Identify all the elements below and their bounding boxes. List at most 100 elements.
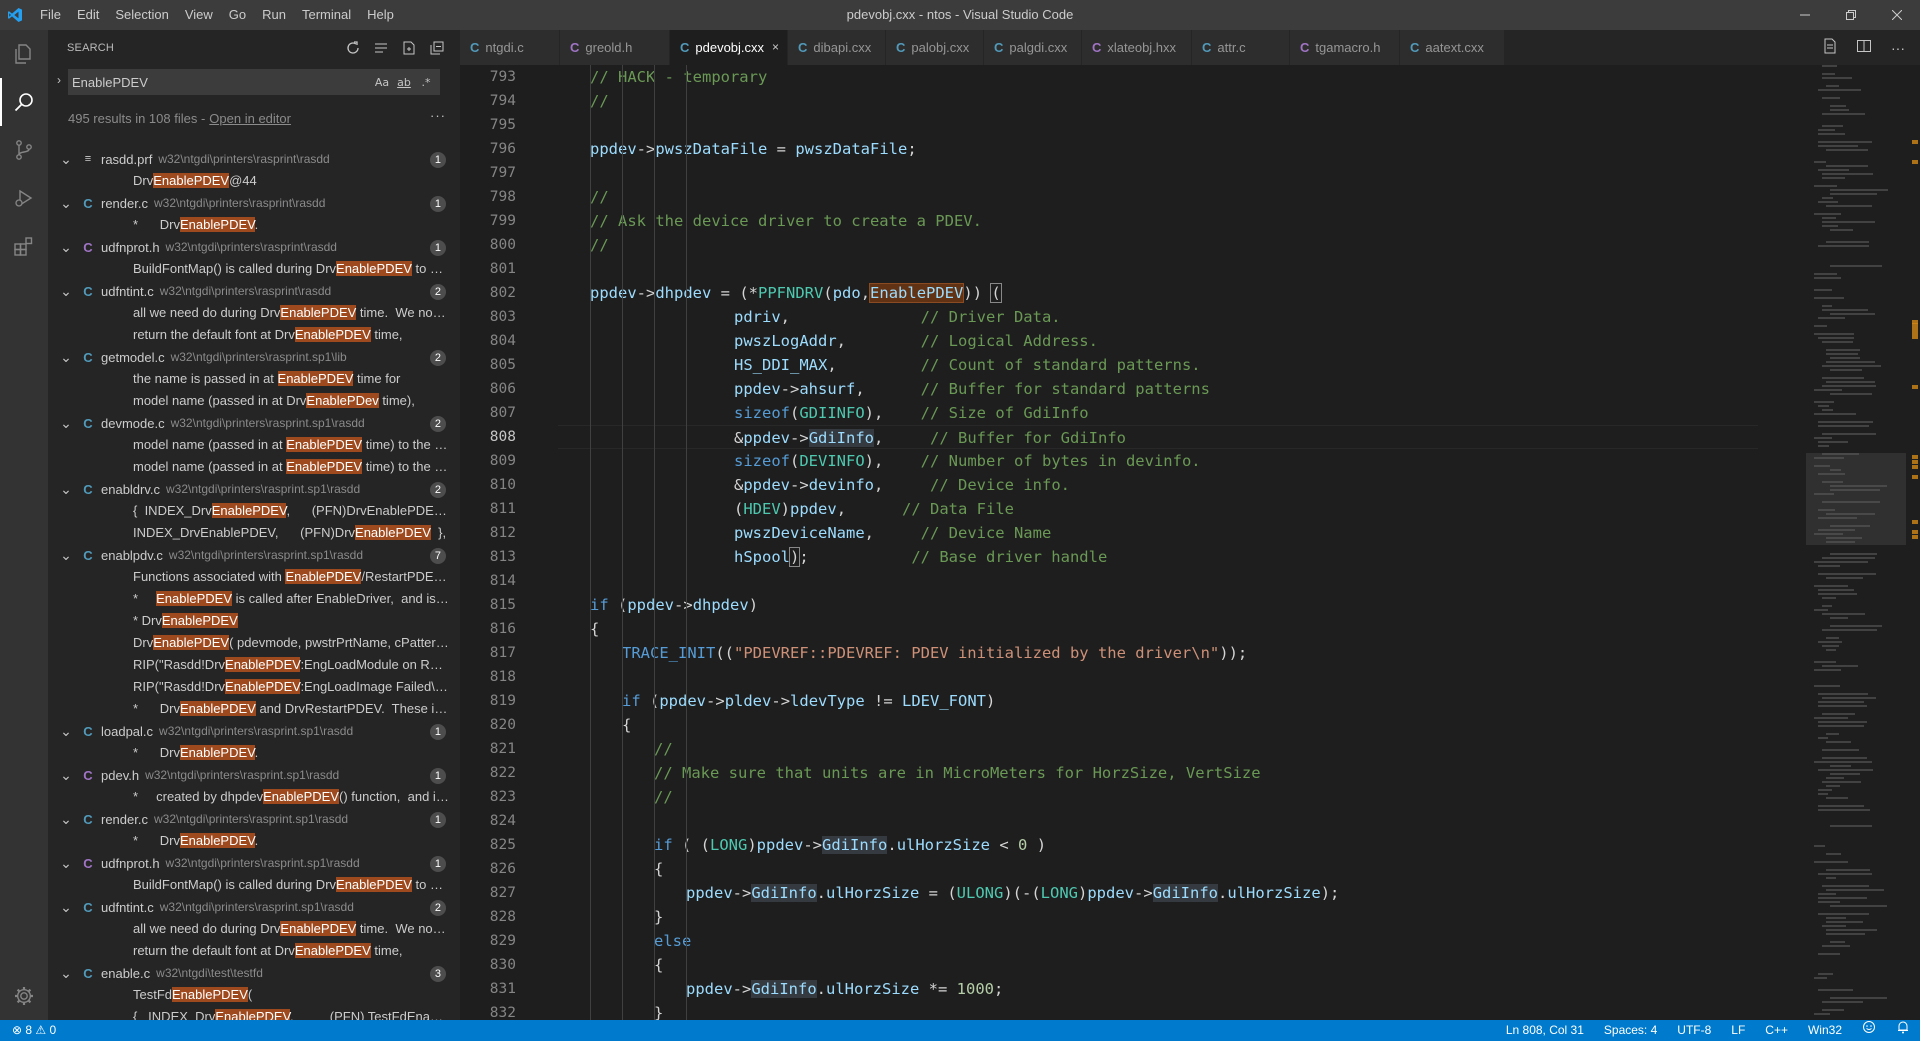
result-match-line[interactable]: RIP("Rasdd!DrvEnablePDEV:EngLoadImage Fa… xyxy=(48,676,460,698)
result-file[interactable]: ⌄ Cdevmode.c w32\ntgdi\printers\rasprint.s… xyxy=(48,412,460,434)
result-file[interactable]: ⌄ Cudfntint.c w32\ntgdi\printers\rasprint.… xyxy=(48,896,460,918)
end-of-line[interactable]: LF xyxy=(1721,1020,1755,1041)
result-file[interactable]: ⌄ Cgetmodel.c w32\ntgdi\printers\rasprint.… xyxy=(48,346,460,368)
result-file[interactable]: ⌄ Crender.c w32\ntgdi\printers\rasprint.sp… xyxy=(48,808,460,830)
code-line[interactable]: } xyxy=(558,1001,1758,1020)
result-match-line[interactable]: Functions associated with EnablePDEV/Res… xyxy=(48,566,460,588)
code-line[interactable]: { xyxy=(558,857,1758,881)
use-regex-toggle[interactable]: .* xyxy=(416,73,436,91)
result-file[interactable]: ⌄ Cudfntint.c w32\ntgdi\printers\rasprint\… xyxy=(48,280,460,302)
notifications-bell-icon[interactable] xyxy=(1886,1020,1920,1041)
result-file[interactable]: ⌄ Cenabldrv.c w32\ntgdi\printers\rasprint.… xyxy=(48,478,460,500)
result-match-line[interactable]: * EnablePDEV is called after EnableDrive… xyxy=(48,588,460,610)
open-in-editor-link[interactable]: Open in editor xyxy=(209,111,291,126)
feedback-icon[interactable] xyxy=(1852,1020,1886,1041)
result-file[interactable]: ⌄ Cenablpdv.c w32\ntgdi\printers\rasprint.… xyxy=(48,544,460,566)
result-match-line[interactable]: DrvEnablePDEV( pdevmode, pwstrPrtName, c… xyxy=(48,632,460,654)
run-debug-icon[interactable] xyxy=(0,174,48,222)
chevron-down-icon[interactable]: ⌄ xyxy=(59,856,73,870)
menu-help[interactable]: Help xyxy=(359,0,402,30)
result-match-line[interactable]: model name (passed in at EnablePDEV time… xyxy=(48,434,460,456)
code-line[interactable]: // HACK - temporary xyxy=(558,65,1758,89)
code-line[interactable]: // xyxy=(558,737,1758,761)
result-match-line[interactable]: * DrvEnablePDEV. xyxy=(48,214,460,236)
tab-aatext-cxx[interactable]: Caatext.cxx xyxy=(1400,30,1505,65)
restore-button[interactable] xyxy=(1828,0,1874,30)
result-match-line[interactable]: TestFdEnablePDEV( xyxy=(48,984,460,1006)
tab-pdevobj-cxx[interactable]: Cpdevobj.cxx × xyxy=(670,30,788,65)
code-line[interactable]: else xyxy=(558,929,1758,953)
chevron-down-icon[interactable]: ⌄ xyxy=(59,240,73,254)
language-mode[interactable]: C++ xyxy=(1755,1020,1798,1041)
code-line[interactable]: HS_DDI_MAX, // Count of standard pattern… xyxy=(558,353,1758,377)
result-match-line[interactable]: all we need do during DrvEnablePDEV time… xyxy=(48,302,460,324)
more-actions-icon[interactable]: ··· xyxy=(430,105,446,127)
code-line[interactable]: if (ppdev->dhpdev) xyxy=(558,593,1758,617)
tab-palobj-cxx[interactable]: Cpalobj.cxx xyxy=(886,30,984,65)
more-actions-icon[interactable]: ··· xyxy=(1890,40,1906,56)
code-line[interactable]: ppdev->GdiInfo.ulHorzSize *= 1000; xyxy=(558,977,1758,1001)
result-match-line[interactable]: INDEX_DrvEnablePDEV, (PFN)DrvEnablePDEV … xyxy=(48,522,460,544)
search-icon[interactable] xyxy=(0,78,48,126)
code-line[interactable]: sizeof(GDIINFO), // Size of GdiInfo xyxy=(558,401,1758,425)
configuration-platform[interactable]: Win32 xyxy=(1798,1020,1852,1041)
code-line[interactable]: ppdev->pwszDataFile = pwszDataFile; xyxy=(558,137,1758,161)
extensions-icon[interactable] xyxy=(0,222,48,270)
code-line[interactable]: // xyxy=(558,185,1758,209)
minimize-button[interactable] xyxy=(1782,0,1828,30)
menu-file[interactable]: File xyxy=(32,0,69,30)
result-file[interactable]: ⌄ Cpdev.h w32\ntgdi\printers\rasprint.sp1\… xyxy=(48,764,460,786)
chevron-down-icon[interactable]: ⌄ xyxy=(59,724,73,738)
menu-view[interactable]: View xyxy=(177,0,221,30)
code-line[interactable] xyxy=(558,161,1758,185)
menu-terminal[interactable]: Terminal xyxy=(294,0,359,30)
problems-indicator[interactable]: ⊗ 8 ⚠ 0 xyxy=(12,1020,66,1041)
chevron-down-icon[interactable]: ⌄ xyxy=(59,966,73,980)
code-line[interactable]: { xyxy=(558,953,1758,977)
code-line[interactable] xyxy=(558,113,1758,137)
tab-dibapi-cxx[interactable]: Cdibapi.cxx xyxy=(788,30,886,65)
code-line[interactable]: ppdev->dhpdev = (*PPFNDRV(pdo,EnablePDEV… xyxy=(558,281,1758,305)
code-line[interactable]: TRACE_INIT(("PDEVREF::PDEVREF: PDEV init… xyxy=(558,641,1758,665)
refresh-icon[interactable] xyxy=(344,39,362,57)
code-line[interactable] xyxy=(558,809,1758,833)
chevron-down-icon[interactable]: ⌄ xyxy=(59,812,73,826)
chevron-down-icon[interactable]: ⌄ xyxy=(59,548,73,562)
result-file[interactable]: ⌄ Cudfnprot.h w32\ntgdi\printers\rasprint\… xyxy=(48,236,460,258)
settings-gear-icon[interactable] xyxy=(0,972,48,1020)
code-line[interactable]: hSpool); // Base driver handle xyxy=(558,545,1758,569)
code-editor[interactable]: 793 794 795 796 797 798 799 800 801 802 803 804 805 8… xyxy=(460,65,1920,1020)
new-search-editor-icon[interactable] xyxy=(400,39,418,57)
code-line[interactable]: // Ask the device driver to create a PDE… xyxy=(558,209,1758,233)
result-match-line[interactable]: * DrvEnablePDEV xyxy=(48,610,460,632)
result-match-line[interactable]: * created by dhpdevEnablePDEV() function… xyxy=(48,786,460,808)
vertical-scrollbar[interactable] xyxy=(1906,65,1920,1020)
match-whole-word-toggle[interactable]: ab xyxy=(394,73,414,91)
code-line[interactable]: // xyxy=(558,233,1758,257)
code-line[interactable]: if ( (LONG)ppdev->GdiInfo.ulHorzSize < 0… xyxy=(558,833,1758,857)
open-changes-icon[interactable] xyxy=(1822,38,1838,57)
result-match-line[interactable]: { INDEX_DrvEnablePDEV, (PFN) TestFdEnabl… xyxy=(48,1006,460,1020)
code-line[interactable] xyxy=(558,257,1758,281)
result-match-line[interactable]: BuildFontMap() is called during DrvEnabl… xyxy=(48,258,460,280)
search-input[interactable] xyxy=(72,74,372,90)
result-file[interactable]: ⌄ ≡ rasdd.prf w32\ntgdi\printers\rasprint\r… xyxy=(48,148,460,170)
code-line[interactable]: &ppdev->GdiInfo, // Buffer for GdiInfo xyxy=(558,425,1758,449)
code-line[interactable]: // xyxy=(558,785,1758,809)
chevron-down-icon[interactable]: ⌄ xyxy=(59,152,73,166)
code-area[interactable]: // HACK - temporary // ppdev->pwszDataFile… xyxy=(558,65,1758,1020)
result-match-line[interactable]: * DrvEnablePDEV and DrvRestartPDEV. Thes… xyxy=(48,698,460,720)
code-line[interactable]: // Make sure that units are in MicroMete… xyxy=(558,761,1758,785)
code-line[interactable]: if (ppdev->pldev->ldevType != LDEV_FONT) xyxy=(558,689,1758,713)
code-line[interactable]: ppdev->GdiInfo.ulHorzSize = (ULONG)(-(LO… xyxy=(558,881,1758,905)
chevron-down-icon[interactable]: ⌄ xyxy=(59,196,73,210)
close-button[interactable] xyxy=(1874,0,1920,30)
code-line[interactable]: } xyxy=(558,905,1758,929)
menu-selection[interactable]: Selection xyxy=(107,0,176,30)
split-editor-icon[interactable] xyxy=(1856,38,1872,57)
source-control-icon[interactable] xyxy=(0,126,48,174)
tab-palgdi-cxx[interactable]: Cpalgdi.cxx xyxy=(984,30,1082,65)
code-line[interactable]: pdriv, // Driver Data. xyxy=(558,305,1758,329)
indentation[interactable]: Spaces: 4 xyxy=(1594,1020,1667,1041)
tab-greold-h[interactable]: Cgreold.h xyxy=(560,30,670,65)
